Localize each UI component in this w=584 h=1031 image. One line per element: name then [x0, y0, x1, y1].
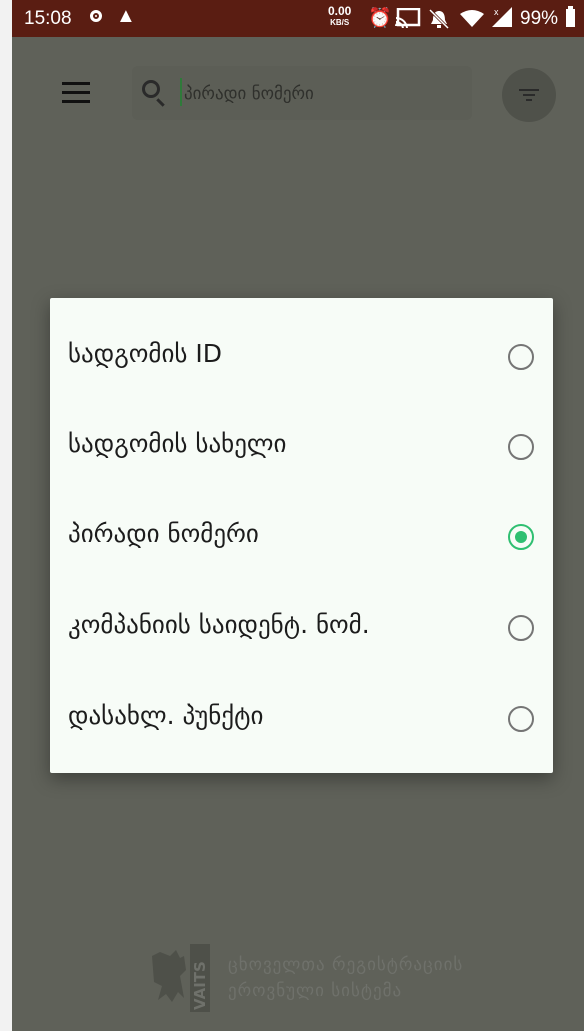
svg-text:x: x [494, 7, 499, 17]
filter-icon-line-1 [519, 89, 539, 91]
battery-icon [566, 6, 575, 27]
filter-icon-line-3 [526, 99, 532, 101]
logo-line-2: ეროვნული სისტემა [228, 981, 403, 1001]
logo-text: ცხოველთა რეგისტრაციის ეროვნული სისტემა [228, 952, 463, 1004]
radio-button-selected[interactable] [508, 524, 534, 550]
radio-button[interactable] [508, 434, 534, 460]
network-speed: 0.00 KB/S [328, 5, 351, 29]
record-icon [90, 10, 102, 22]
wifi-icon [460, 10, 484, 27]
logo-line-1: ცხოველთა რეგისტრაციის [228, 955, 464, 975]
option-label: დასახლ. პუნქტი [68, 701, 264, 730]
notifications-off-icon [428, 8, 450, 30]
warning-icon: ▲ [116, 5, 136, 27]
option-personal-number[interactable]: პირადი ნომერი [50, 491, 553, 581]
network-speed-value: 0.00 [328, 4, 352, 18]
status-bar: 15:08 ▲ 0.00 KB/S ⏰ x 99% [12, 0, 584, 37]
option-station-id[interactable]: სადგომის ID [50, 311, 553, 401]
option-company-id-number[interactable]: კომპანიის საიდენტ. ნომ. [50, 582, 553, 672]
signal-icon: x [492, 7, 512, 27]
menu-icon[interactable] [62, 82, 90, 104]
option-label: კომპანიის საიდენტ. ნომ. [68, 610, 370, 639]
network-speed-unit: KB/S [330, 18, 350, 27]
option-label: სადგომის სახელი [68, 429, 287, 458]
search-input[interactable] [184, 80, 464, 108]
cast-icon [395, 8, 421, 28]
vaits-logo-icon: VAITS [152, 944, 210, 1012]
option-label: პირადი ნომერი [68, 519, 259, 548]
radio-button[interactable] [508, 706, 534, 732]
filter-button[interactable] [502, 68, 556, 122]
status-time: 15:08 [24, 8, 72, 29]
search-by-dialog: სადგომის ID სადგომის სახელი პირადი ნომერ… [50, 298, 553, 773]
app-screen: 15:08 ▲ 0.00 KB/S ⏰ x 99% პირადი ნომერი … [12, 0, 584, 1031]
text-cursor [180, 78, 182, 106]
radio-button[interactable] [508, 344, 534, 370]
logo-mark-text: VAITS [191, 961, 209, 1010]
search-icon [142, 80, 160, 98]
left-edge-strip [0, 0, 12, 1031]
option-station-name[interactable]: სადგომის სახელი [50, 401, 553, 491]
option-settlement[interactable]: დასახლ. პუნქტი [50, 673, 553, 763]
alarm-icon: ⏰ [368, 8, 392, 29]
option-label: სადგომის ID [68, 339, 223, 368]
radio-button[interactable] [508, 615, 534, 641]
battery-percent: 99% [520, 8, 559, 29]
filter-icon-line-2 [523, 94, 535, 96]
